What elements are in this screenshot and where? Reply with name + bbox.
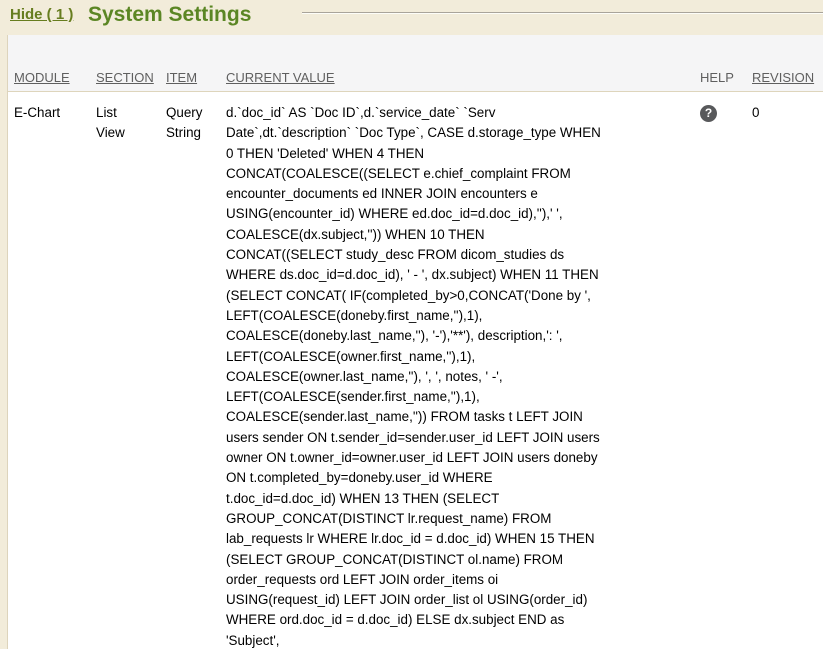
cell-section: List View bbox=[96, 103, 148, 144]
title-divider bbox=[302, 12, 823, 14]
table-header-row: MODULE SECTION ITEM CURRENT VALUE HELP R… bbox=[8, 35, 823, 92]
column-header-current-value[interactable]: CURRENT VALUE bbox=[226, 70, 335, 85]
column-header-module[interactable]: MODULE bbox=[14, 70, 70, 85]
page-title: System Settings bbox=[88, 3, 251, 27]
hide-link[interactable]: Hide ( 1 ) bbox=[10, 6, 73, 23]
column-header-section[interactable]: SECTION bbox=[96, 70, 154, 85]
cell-item: Query String bbox=[166, 103, 218, 144]
column-header-item[interactable]: ITEM bbox=[166, 70, 197, 85]
help-icon[interactable]: ? bbox=[700, 105, 717, 122]
left-edge-strip bbox=[0, 0, 8, 649]
cell-current-value: d.`doc_id` AS `Doc ID`,d.`service_date` … bbox=[226, 103, 692, 651]
cell-module: E-Chart bbox=[14, 103, 60, 123]
column-header-revision[interactable]: REVISION bbox=[752, 70, 814, 85]
system-settings-page: Hide ( 1 ) System Settings MODULE SECTIO… bbox=[0, 0, 823, 649]
table-row: E-Chart List View Query String d.`doc_id… bbox=[8, 92, 823, 649]
column-header-help: HELP bbox=[700, 70, 734, 85]
title-band: Hide ( 1 ) System Settings bbox=[0, 0, 823, 35]
cell-revision: 0 bbox=[752, 103, 759, 123]
